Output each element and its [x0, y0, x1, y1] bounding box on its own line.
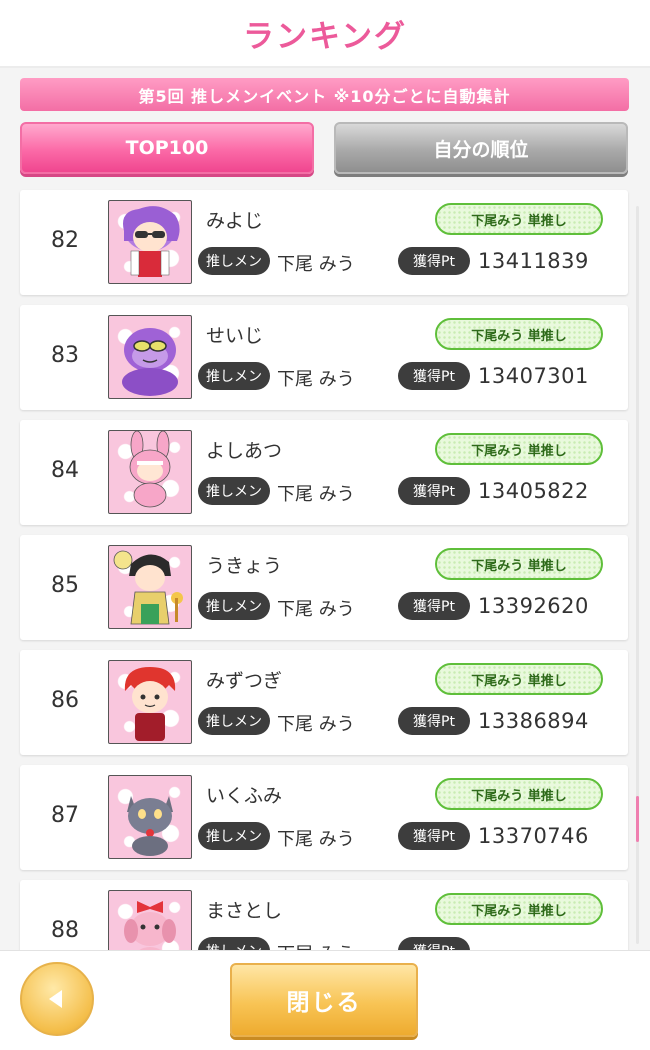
- ranking-row[interactable]: 84 よしあつ 下尾みう 単推し 推しメン 下尾 みう 獲得Pt 1340582…: [20, 420, 628, 525]
- rank-number: 87: [51, 803, 79, 828]
- player-name: うきょう: [206, 555, 283, 577]
- oshi-badge: 推しメン: [198, 822, 270, 850]
- oshi-name: 下尾 みう: [277, 369, 355, 390]
- back-arrow-icon: [49, 990, 62, 1008]
- oshi-badge: 推しメン: [198, 707, 270, 735]
- rank-number: 85: [51, 573, 79, 598]
- oshi-badge: 推しメン: [198, 247, 270, 275]
- purple-gorilla-avatar: [108, 315, 192, 399]
- rank-number: 82: [51, 228, 79, 253]
- points-value: 13407301: [478, 364, 589, 388]
- ranking-row[interactable]: 83 せいじ 下尾みう 単推し 推しメン 下尾 みう 獲得Pt 13407301: [20, 305, 628, 410]
- points-value: 13411839: [478, 249, 589, 273]
- single-oshi-tag: 下尾みう 単推し: [435, 663, 603, 695]
- rank-number: 88: [51, 918, 79, 943]
- rank-number: 83: [51, 343, 79, 368]
- player-name: せいじ: [206, 325, 264, 347]
- oshi-name: 下尾 みう: [277, 714, 355, 735]
- points-badge: 獲得Pt: [398, 592, 470, 620]
- pink-dog-bow-avatar: [108, 890, 192, 950]
- purple-hair-sunglasses-avatar: [108, 200, 192, 284]
- oshi-badge: 推しメン: [198, 362, 270, 390]
- single-oshi-tag: 下尾みう 単推し: [435, 318, 603, 350]
- oshi-badge: 推しメン: [198, 592, 270, 620]
- oshi-name: 下尾 みう: [277, 829, 355, 850]
- kimono-avatar: [108, 545, 192, 629]
- player-name: みずつぎ: [206, 670, 283, 692]
- points-value: 13370746: [478, 824, 589, 848]
- header: ランキング: [0, 0, 650, 68]
- tab-my-rank[interactable]: 自分の順位: [334, 122, 628, 174]
- points-badge: 獲得Pt: [398, 822, 470, 850]
- ranking-row[interactable]: 88 まさとし 下尾みう 単推し 推しメン 下尾 みう 獲得Pt: [20, 880, 628, 950]
- oshi-name: 下尾 みう: [277, 940, 355, 950]
- close-button[interactable]: 閉じる: [230, 963, 418, 1037]
- event-banner: 第5回 推しメンイベント ※10分ごとに自動集計: [20, 78, 629, 111]
- single-oshi-tag: 下尾みう 単推し: [435, 203, 603, 235]
- points-value: 13386894: [478, 709, 589, 733]
- single-oshi-tag: 下尾みう 単推し: [435, 893, 603, 925]
- ranking-row[interactable]: 85 うきょう 下尾みう 単推し 推しメン 下尾 みう 獲得Pt 1339262…: [20, 535, 628, 640]
- points-value: 13405822: [478, 479, 589, 503]
- single-oshi-tag: 下尾みう 単推し: [435, 433, 603, 465]
- single-oshi-tag: 下尾みう 単推し: [435, 548, 603, 580]
- oshi-name: 下尾 みう: [277, 484, 355, 505]
- points-badge: 獲得Pt: [398, 937, 470, 950]
- single-oshi-tag: 下尾みう 単推し: [435, 778, 603, 810]
- points-badge: 獲得Pt: [398, 477, 470, 505]
- scrollbar-thumb[interactable]: [636, 796, 639, 842]
- player-name: よしあつ: [206, 440, 283, 462]
- tab-top100[interactable]: TOP100: [20, 122, 314, 174]
- rank-number: 84: [51, 458, 79, 483]
- gray-cat-avatar: [108, 775, 192, 859]
- player-name: まさとし: [206, 900, 283, 922]
- points-badge: 獲得Pt: [398, 247, 470, 275]
- page-title: ランキング: [242, 18, 408, 55]
- oshi-name: 下尾 みう: [277, 599, 355, 620]
- pink-rabbit-costume-avatar: [108, 430, 192, 514]
- ranking-row[interactable]: 82 みよじ 下尾みう 単推し 推しメン 下尾 みう 獲得Pt 13411839: [20, 190, 628, 295]
- oshi-name: 下尾 みう: [277, 254, 355, 275]
- points-badge: 獲得Pt: [398, 707, 470, 735]
- points-value: 13392620: [478, 594, 589, 618]
- back-button[interactable]: [20, 962, 94, 1036]
- red-hair-avatar: [108, 660, 192, 744]
- oshi-badge: 推しメン: [198, 937, 270, 950]
- player-name: みよじ: [206, 210, 264, 232]
- oshi-badge: 推しメン: [198, 477, 270, 505]
- rank-number: 86: [51, 688, 79, 713]
- player-name: いくふみ: [206, 785, 283, 807]
- ranking-list[interactable]: 82 みよじ 下尾みう 単推し 推しメン 下尾 みう 獲得Pt 13411839…: [0, 186, 650, 950]
- ranking-row[interactable]: 86 みずつぎ 下尾みう 単推し 推しメン 下尾 みう 獲得Pt 1338689…: [20, 650, 628, 755]
- points-badge: 獲得Pt: [398, 362, 470, 390]
- ranking-row[interactable]: 87 いくふみ 下尾みう 単推し 推しメン 下尾 みう 獲得Pt 1337074…: [20, 765, 628, 870]
